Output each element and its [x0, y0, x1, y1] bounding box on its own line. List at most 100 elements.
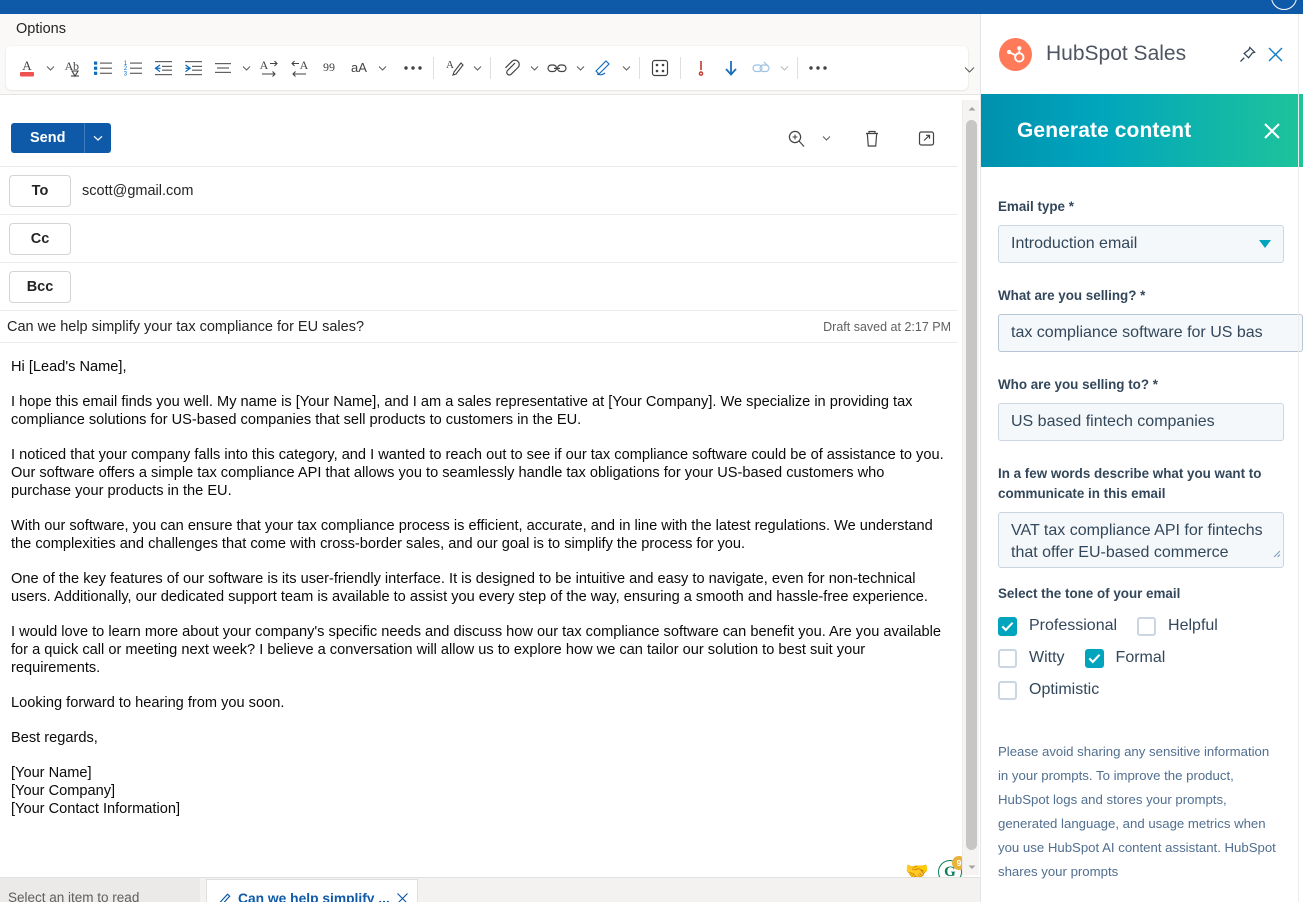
subject-input[interactable]: Can we help simplify your tax compliance… [7, 311, 364, 343]
bcc-field-button[interactable]: Bcc [9, 271, 71, 303]
tone-row: Witty Formal [998, 642, 1283, 674]
send-button[interactable]: Send [11, 123, 85, 153]
trash-icon[interactable] [856, 122, 888, 154]
body-paragraph: I noticed that your company falls into t… [11, 447, 944, 499]
resize-handle-icon[interactable] [1272, 544, 1281, 566]
ribbon-collapse-chevron-down-icon[interactable] [960, 60, 978, 78]
tone-row: Optimistic [998, 674, 1283, 706]
tab-options[interactable]: Options [8, 18, 74, 40]
right-to-left-icon[interactable]: A [284, 51, 314, 85]
hubspot-panel: HubSpot Sales Generate content Email typ… [980, 14, 1303, 902]
ellipsis-icon[interactable] [803, 51, 833, 85]
checkbox-icon [1084, 648, 1104, 668]
toolbar-separator [433, 57, 434, 79]
banner-title: Generate content [1017, 118, 1192, 142]
editor-pen-icon[interactable]: A [439, 51, 469, 85]
tone-checkbox-optimistic[interactable]: Optimistic [998, 680, 1099, 700]
bulleted-list-icon[interactable] [88, 51, 118, 85]
decrease-indent-icon[interactable] [148, 51, 178, 85]
chevron-down-icon[interactable] [469, 51, 485, 85]
compose-scrollbar[interactable] [962, 100, 979, 875]
svg-text:A: A [300, 58, 309, 72]
compose-actions [780, 121, 942, 155]
tone-checkbox-formal[interactable]: Formal [1084, 648, 1165, 668]
paperclip-icon[interactable] [496, 51, 526, 85]
body-paragraph: One of the key features of our software … [11, 571, 928, 605]
svg-text:A: A [446, 59, 454, 71]
chevron-down-icon[interactable] [818, 121, 834, 155]
clear-formatting-icon[interactable]: A b [58, 51, 88, 85]
svg-text:aA: aA [351, 60, 367, 75]
describe-textarea[interactable]: VAT tax compliance API for fintechs that… [998, 512, 1284, 568]
body-paragraph: I would love to learn more about your co… [11, 624, 942, 676]
window-titlebar [0, 0, 1303, 14]
chevron-down-icon[interactable] [776, 51, 792, 85]
link-icon[interactable] [542, 51, 572, 85]
pop-out-icon[interactable] [910, 122, 942, 154]
email-type-select[interactable]: Introduction email [998, 225, 1284, 263]
scroll-down-arrow-icon[interactable] [963, 859, 980, 875]
email-body-editor[interactable]: Hi [Lead's Name], I hope this email find… [0, 344, 958, 867]
to-row: To scott@gmail.com [0, 167, 958, 215]
scrollbar-thumb[interactable] [966, 120, 977, 850]
close-icon[interactable] [396, 892, 409, 902]
compose-pane: Options A A b 1 2 3 A A 99 aA A Send To … [0, 14, 980, 902]
tone-checkbox-professional[interactable]: Professional [998, 616, 1117, 636]
signature-pen-icon[interactable] [588, 51, 618, 85]
chevron-down-icon[interactable] [374, 51, 390, 85]
to-field-value[interactable]: scott@gmail.com [82, 167, 193, 215]
to-field-button[interactable]: To [9, 175, 71, 207]
table-grid-icon[interactable] [645, 51, 675, 85]
hubspot-app-title: HubSpot Sales [1046, 42, 1187, 65]
encrypt-lock-icon[interactable] [746, 51, 776, 85]
chevron-down-icon[interactable] [42, 51, 58, 85]
tone-options: Professional Helpful Witty Formal Optimi… [998, 610, 1283, 706]
exclamation-importance-icon[interactable] [686, 51, 716, 85]
ellipsis-icon[interactable] [398, 51, 428, 85]
close-icon[interactable] [1261, 40, 1289, 68]
hubspot-header: HubSpot Sales [981, 14, 1303, 94]
close-icon[interactable] [1257, 116, 1287, 146]
body-paragraph: Best regards, [11, 730, 98, 746]
chevron-down-icon[interactable] [238, 51, 254, 85]
zoom-in-icon[interactable] [780, 122, 812, 154]
email-type-value: Introduction email [1011, 235, 1138, 252]
draft-tab[interactable]: Can we help simplify ... [206, 879, 418, 902]
tone-checkbox-witty[interactable]: Witty [998, 648, 1065, 668]
checkbox-icon [998, 680, 1017, 700]
bcc-row: Bcc [0, 263, 958, 311]
hubspot-panel-scrollbar[interactable] [1298, 14, 1303, 902]
tone-checkbox-helpful[interactable]: Helpful [1137, 616, 1218, 636]
toolbar-separator [639, 57, 640, 79]
numbered-list-icon[interactable]: 1 2 3 [118, 51, 148, 85]
chevron-down-icon[interactable] [526, 51, 542, 85]
increase-indent-icon[interactable] [178, 51, 208, 85]
hubspot-sprocket-icon [999, 37, 1032, 71]
account-circle-icon[interactable] [1271, 0, 1297, 10]
body-paragraph: I hope this email finds you well. My nam… [11, 394, 913, 428]
ai-disclaimer-text: Please avoid sharing any sensitive infor… [998, 744, 1276, 879]
down-arrow-importance-icon[interactable] [716, 51, 746, 85]
svg-text:3: 3 [124, 71, 128, 77]
ribbon: Options A A b 1 2 3 A A 99 aA A [0, 14, 980, 95]
svg-text:A: A [260, 58, 269, 72]
send-button-group: Send [11, 123, 112, 153]
chevron-down-icon[interactable] [572, 51, 588, 85]
send-options-chevron-down-icon[interactable] [84, 123, 112, 153]
selling-to-input[interactable] [998, 403, 1284, 441]
pin-icon[interactable] [1233, 40, 1261, 68]
cc-field-button[interactable]: Cc [9, 223, 71, 255]
describe-textarea-value: VAT tax compliance API for fintechs that… [1011, 522, 1263, 561]
font-color-icon[interactable]: A [12, 51, 42, 85]
scroll-up-arrow-icon[interactable] [963, 100, 980, 116]
aa-text-icon[interactable]: aA [344, 51, 374, 85]
subject-row: Can we help simplify your tax compliance… [0, 311, 958, 343]
chevron-down-icon[interactable] [618, 51, 634, 85]
selling-what-input[interactable] [998, 314, 1303, 352]
quote-99-icon[interactable]: 99 [314, 51, 344, 85]
align-icon[interactable] [208, 51, 238, 85]
toolbar-separator [680, 57, 681, 79]
email-type-label: Email type * [998, 199, 1074, 214]
tone-label: Witty [1029, 649, 1065, 666]
left-to-right-icon[interactable]: A [254, 51, 284, 85]
